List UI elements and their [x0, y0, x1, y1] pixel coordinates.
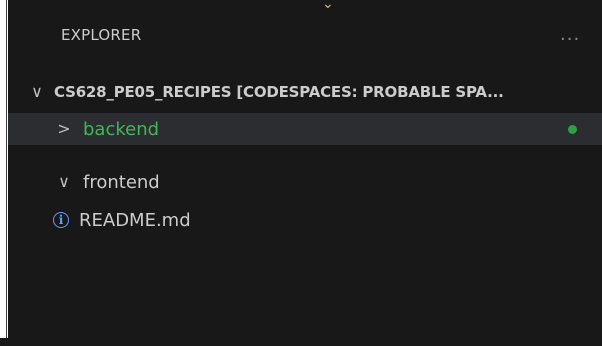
explorer-header: ⌄ EXPLORER ...: [8, 0, 602, 66]
tree-item-readme[interactable]: i README.md: [8, 204, 602, 236]
caret-marker-icon: ⌄: [322, 0, 334, 12]
chevron-right-icon: >: [57, 119, 71, 138]
tree-item-label: backend: [83, 118, 160, 140]
chevron-down-icon: ∨: [58, 172, 70, 191]
chevron-down-icon: ∨: [31, 82, 43, 101]
workspace-folder-header[interactable]: ∨ CS628_PE05_RECIPES [CODESPACES: PROBAB…: [8, 76, 602, 108]
bottom-edge: [0, 338, 602, 346]
workspace-folder-label: CS628_PE05_RECIPES [CODESPACES: PROBABLE…: [54, 83, 504, 101]
explorer-panel: ⌄ EXPLORER ... ∨ CS628_PE05_RECIPES [COD…: [8, 0, 602, 346]
tree-item-frontend[interactable]: ∨ frontend: [8, 166, 602, 198]
window-left-rule: [6, 0, 7, 346]
info-icon: i: [53, 212, 69, 228]
git-status-dot-icon: [568, 125, 577, 134]
tree-item-label: frontend: [83, 171, 160, 193]
more-actions-icon[interactable]: ...: [560, 24, 580, 45]
explorer-title: EXPLORER: [61, 26, 142, 44]
tree-item-label: README.md: [79, 209, 191, 231]
tree-item-backend[interactable]: > backend: [8, 113, 602, 145]
